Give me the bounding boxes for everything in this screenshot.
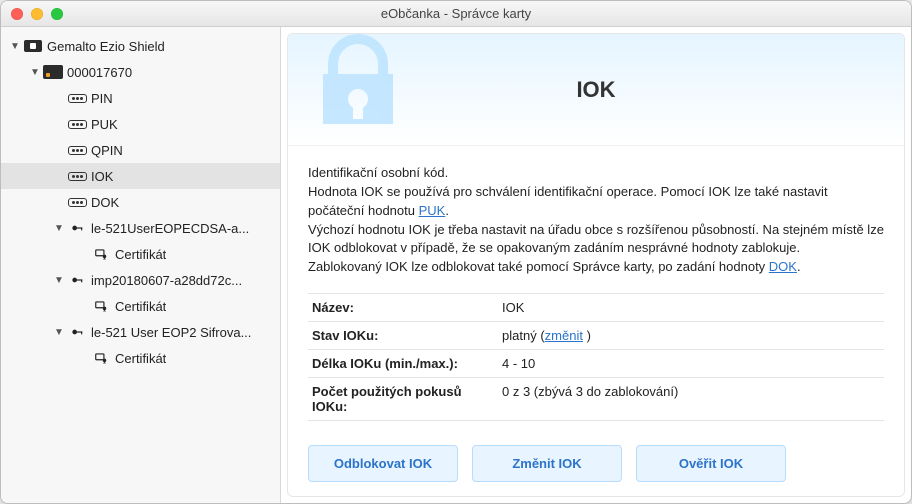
chevron-down-icon[interactable]: ▼: [9, 41, 21, 52]
action-bar: Odblokovat IOK Změnit IOK Ověřit IOK: [308, 445, 884, 482]
prop-attempts-label: Počet použitých pokusů IOKu:: [308, 378, 498, 421]
reader-node[interactable]: ▼ Gemalto Ezio Shield: [1, 33, 280, 59]
card-icon: [43, 65, 63, 79]
code-node-dok[interactable]: DOK: [1, 189, 280, 215]
chevron-down-icon[interactable]: ▼: [29, 67, 41, 78]
minimize-window-button[interactable]: [31, 8, 43, 20]
reader-icon: [23, 40, 43, 52]
container-node[interactable]: ▼ imp20180607-a28dd72c...: [1, 267, 280, 293]
banner: IOK: [288, 34, 904, 146]
certificate-icon: [91, 299, 111, 313]
key-icon: [67, 221, 87, 235]
container-node[interactable]: ▼ le-521UserEOPECDSA-a...: [1, 215, 280, 241]
card-label: 000017670: [67, 65, 132, 80]
certificate-icon: [91, 247, 111, 261]
cert-node[interactable]: Certifikát: [1, 293, 280, 319]
key-icon: [67, 273, 87, 287]
chevron-down-icon[interactable]: ▼: [53, 223, 65, 234]
change-state-link[interactable]: změnit: [545, 328, 583, 343]
pin-icon: [67, 120, 87, 129]
close-window-button[interactable]: [11, 8, 23, 20]
panel-heading: IOK: [288, 34, 904, 146]
puk-link[interactable]: PUK: [419, 203, 446, 218]
card-node[interactable]: ▼ 000017670: [1, 59, 280, 85]
prop-state-label: Stav IOKu:: [308, 322, 498, 350]
description: Identifikační osobní kód. Hodnota IOK se…: [308, 164, 884, 277]
prop-length-label: Délka IOKu (min./max.):: [308, 350, 498, 378]
key-icon: [67, 325, 87, 339]
pin-icon: [67, 94, 87, 103]
chevron-down-icon[interactable]: ▼: [53, 275, 65, 286]
properties-table: Název: IOK Stav IOKu: platný (změnit ) D…: [308, 293, 884, 421]
code-node-puk[interactable]: PUK: [1, 111, 280, 137]
prop-length-value: 4 - 10: [498, 350, 884, 378]
container-node[interactable]: ▼ le-521 User EOP2 Sifrova...: [1, 319, 280, 345]
prop-name-value: IOK: [498, 294, 884, 322]
chevron-down-icon[interactable]: ▼: [53, 327, 65, 338]
code-node-pin[interactable]: PIN: [1, 85, 280, 111]
content-pane: IOK Identifikační osobní kód. Hodnota IO…: [281, 27, 911, 503]
window-title: eObčanka - Správce karty: [1, 6, 911, 21]
prop-name-label: Název:: [308, 294, 498, 322]
pin-icon: [67, 172, 87, 181]
dok-link[interactable]: DOK: [769, 259, 797, 274]
panel-body: Identifikační osobní kód. Hodnota IOK se…: [288, 146, 904, 496]
cert-node[interactable]: Certifikát: [1, 241, 280, 267]
zoom-window-button[interactable]: [51, 8, 63, 20]
code-node-qpin[interactable]: QPIN: [1, 137, 280, 163]
verify-iok-button[interactable]: Ověřit IOK: [636, 445, 786, 482]
traffic-lights: [11, 8, 63, 20]
unblock-iok-button[interactable]: Odblokovat IOK: [308, 445, 458, 482]
app-window: eObčanka - Správce karty ▼ Gemalto Ezio …: [0, 0, 912, 504]
app-body: ▼ Gemalto Ezio Shield ▼ 000017670 PIN PU…: [1, 27, 911, 503]
prop-state-value: platný (změnit ): [498, 322, 884, 350]
titlebar: eObčanka - Správce karty: [1, 1, 911, 27]
certificate-icon: [91, 351, 111, 365]
change-iok-button[interactable]: Změnit IOK: [472, 445, 622, 482]
sidebar[interactable]: ▼ Gemalto Ezio Shield ▼ 000017670 PIN PU…: [1, 27, 281, 503]
code-node-iok[interactable]: IOK: [1, 163, 280, 189]
prop-attempts-value: 0 z 3 (zbývá 3 do zablokování): [498, 378, 884, 421]
detail-card: IOK Identifikační osobní kód. Hodnota IO…: [287, 33, 905, 497]
pin-icon: [67, 146, 87, 155]
pin-icon: [67, 198, 87, 207]
reader-label: Gemalto Ezio Shield: [47, 39, 165, 54]
cert-node[interactable]: Certifikát: [1, 345, 280, 371]
